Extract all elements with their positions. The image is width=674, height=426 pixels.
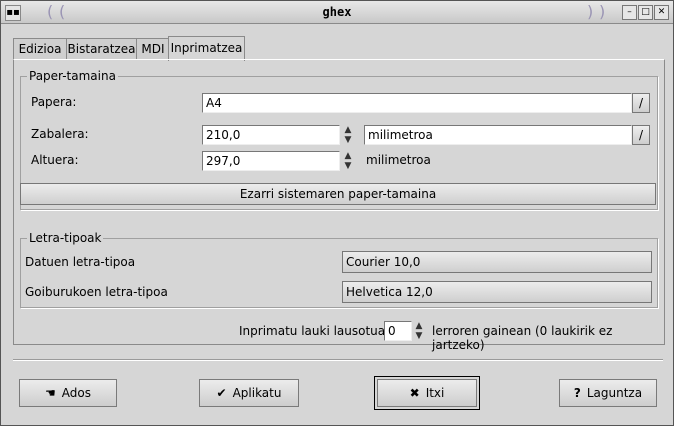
width-label: Zabalera: bbox=[31, 127, 89, 141]
apply-button[interactable]: ✔ Aplikatu bbox=[199, 379, 299, 407]
ok-hand-icon: ☚ bbox=[45, 386, 56, 400]
help-button[interactable]: ? Laguntza bbox=[559, 379, 657, 407]
dialog-separator bbox=[13, 359, 663, 361]
close-button[interactable]: ✖ Itxi bbox=[374, 376, 480, 410]
tab-mdi[interactable]: MDI bbox=[136, 38, 170, 59]
close-label: Itxi bbox=[425, 386, 445, 400]
title-bar[interactable]: ▪▪ ( ( ghex ) ) – □ ✕ bbox=[1, 1, 673, 24]
shaded-box-spin-arrows-icon[interactable]: ▲ ▼ bbox=[413, 321, 425, 341]
header-font-label: Goiburukoen letra-tipoa bbox=[25, 285, 168, 299]
data-font-button[interactable]: Courier 10,0 bbox=[342, 251, 652, 273]
tab-edizioa[interactable]: Edizioa bbox=[13, 38, 67, 59]
fonts-frame: Letra-tipoak Datuen letra-tipoa Courier … bbox=[20, 231, 658, 308]
header-font-button[interactable]: Helvetica 12,0 bbox=[342, 281, 652, 303]
minimize-icon[interactable]: – bbox=[622, 5, 637, 20]
question-icon: ? bbox=[573, 386, 581, 400]
maximize-icon[interactable]: □ bbox=[638, 5, 653, 20]
preferences-window: ▪▪ ( ( ghex ) ) – □ ✕ Edizioa Bistaratze… bbox=[0, 0, 674, 426]
data-font-label: Datuen letra-tipoa bbox=[25, 255, 136, 269]
close-icon[interactable]: ✕ bbox=[654, 5, 669, 20]
paper-size-frame: Paper-tamaina Papera: A4 / Zabalera: 210… bbox=[20, 69, 658, 210]
ok-label: Ados bbox=[61, 386, 91, 400]
height-unit-label: milimetroa bbox=[366, 153, 431, 167]
set-system-paper-size-button[interactable]: Ezarri sistemaren paper-tamaina bbox=[20, 183, 656, 205]
height-input[interactable]: 297,0 bbox=[202, 151, 340, 171]
paper-size-legend: Paper-tamaina bbox=[27, 69, 118, 83]
tab-inprimatzea[interactable]: Inprimatzea bbox=[168, 36, 245, 61]
tab-panel-inprimatzea: Paper-tamaina Papera: A4 / Zabalera: 210… bbox=[13, 59, 665, 352]
height-label: Altuera: bbox=[31, 153, 79, 167]
unit-dropdown-icon[interactable]: / bbox=[632, 125, 650, 145]
check-icon: ✔ bbox=[216, 386, 227, 400]
help-label: Laguntza bbox=[586, 386, 643, 400]
shaded-box-input[interactable]: 0 bbox=[384, 321, 412, 341]
height-spin-arrows-icon[interactable]: ▲ ▼ bbox=[342, 151, 354, 171]
title-decoration-right-2: ) bbox=[599, 2, 606, 21]
unit-combo-entry[interactable]: milimetroa bbox=[364, 125, 632, 145]
tab-bistaratzea[interactable]: Bistaratzea bbox=[66, 38, 137, 59]
width-input[interactable]: 210,0 bbox=[202, 125, 340, 145]
shaded-box-label: Inprimatu lauki lausotua bbox=[239, 324, 386, 338]
ok-button[interactable]: ☚ Ados bbox=[19, 379, 117, 407]
fonts-legend: Letra-tipoak bbox=[27, 231, 104, 245]
window-title: ghex bbox=[322, 5, 352, 19]
x-icon: ✖ bbox=[409, 386, 420, 400]
width-spin-arrows-icon[interactable]: ▲ ▼ bbox=[342, 125, 354, 145]
shaded-box-suffix: lerroren gainean (0 laukirik ez jartzeko… bbox=[432, 324, 613, 352]
apply-label: Aplikatu bbox=[232, 386, 282, 400]
paper-combo-entry[interactable]: A4 bbox=[202, 93, 632, 113]
paper-dropdown-icon[interactable]: / bbox=[632, 93, 650, 113]
title-decoration-right: ) bbox=[587, 2, 594, 21]
paper-label: Papera: bbox=[31, 95, 77, 109]
